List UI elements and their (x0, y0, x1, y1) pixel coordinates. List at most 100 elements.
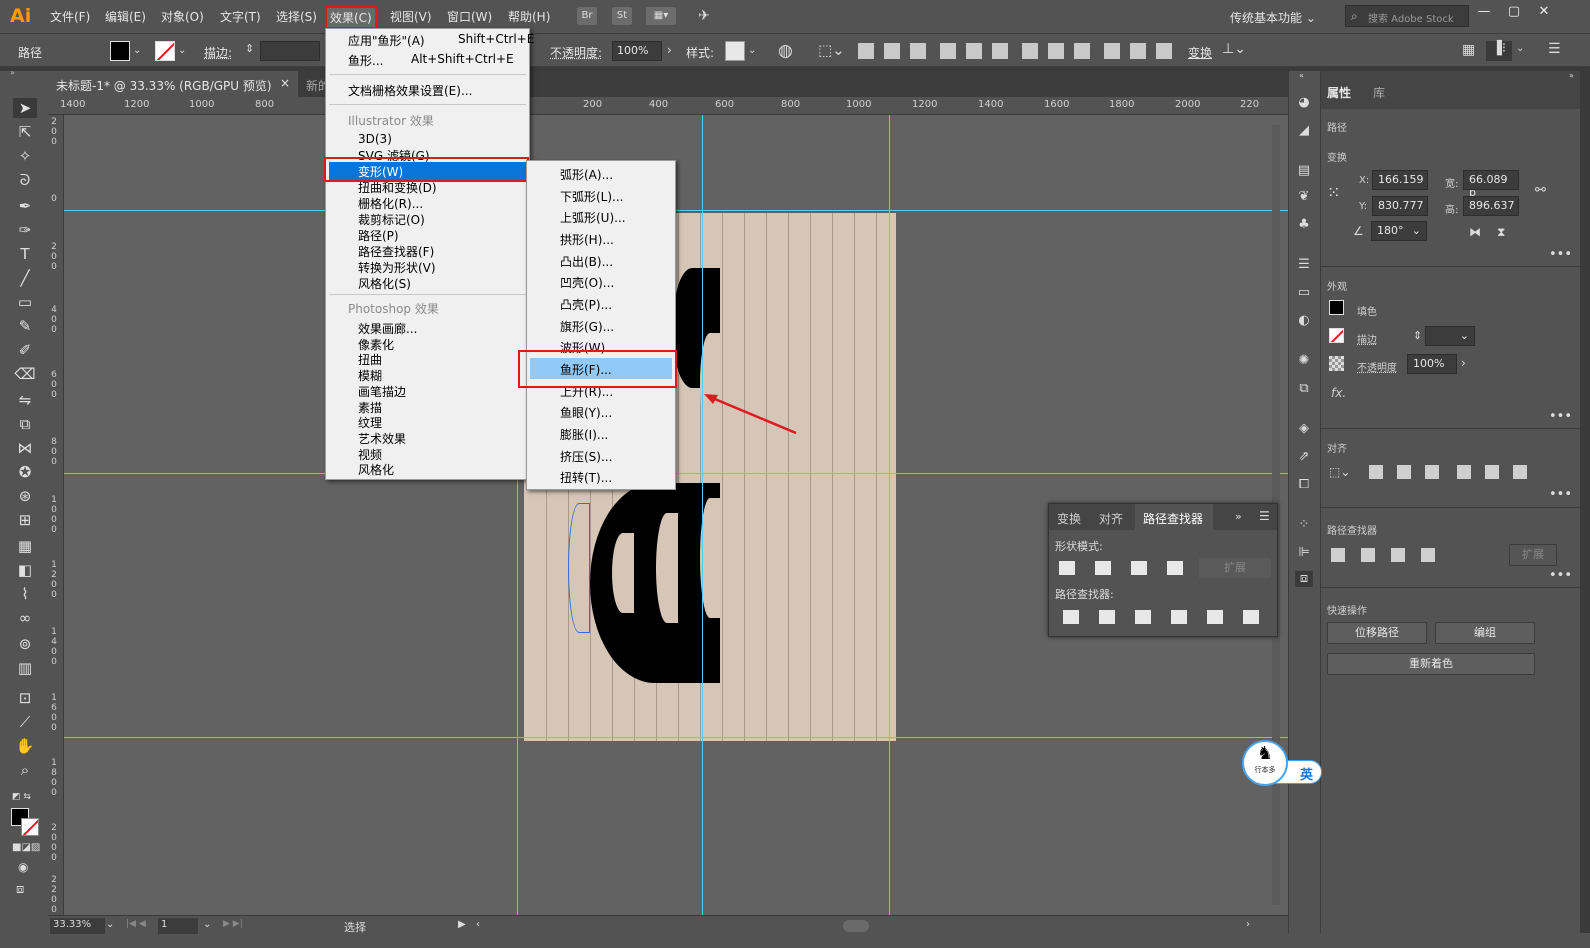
more-options-icon[interactable]: ••• (1549, 247, 1572, 262)
outline-icon[interactable] (1207, 610, 1223, 624)
align-bottom-icon[interactable] (1513, 465, 1527, 479)
puppet-warp-tool-icon[interactable]: ✪ (13, 462, 37, 482)
opacity-label[interactable]: 不透明度 (1357, 359, 1397, 374)
minus-front-icon[interactable] (1095, 561, 1111, 575)
stock-search-input[interactable]: 搜索 Adobe Stock (1345, 5, 1469, 27)
group-button[interactable]: 编组 (1435, 622, 1535, 644)
line-tool-icon[interactable]: ╱ (13, 268, 37, 288)
align-vcenter-icon[interactable] (966, 43, 982, 59)
pathfinder-icon[interactable]: ⧈ (1295, 571, 1313, 587)
color-guide-icon[interactable]: ◕ (1295, 95, 1313, 111)
menu-apply-last-effect[interactable]: 应用"鱼形"(A) Shift+Ctrl+E (348, 32, 534, 48)
divide-icon[interactable] (1063, 610, 1079, 624)
chevron-right-icon[interactable]: › (667, 43, 672, 57)
tab-pathfinder[interactable]: 路径查找器 (1143, 510, 1203, 527)
menu-warp-shell-lower[interactable]: 凹壳(O)... (560, 274, 614, 291)
align-hcenter-icon[interactable] (884, 43, 900, 59)
chevron-down-icon[interactable]: ⌄ (203, 919, 211, 930)
blend-tool-icon[interactable]: ∞ (13, 608, 37, 628)
graphic-styles-icon[interactable]: ⧉ (1295, 381, 1313, 397)
align-icon[interactable]: ⊫ (1295, 545, 1313, 561)
menu-distort[interactable]: 扭曲 (358, 351, 382, 367)
minus-back-icon[interactable] (1243, 610, 1259, 624)
chevron-down-icon[interactable]: ⌄ (106, 919, 114, 930)
menu-type[interactable]: 文字(T) (220, 8, 261, 25)
arrange-documents-icon[interactable]: ▦▾ (646, 7, 676, 25)
flip-vertical-icon[interactable]: ⧗ (1497, 225, 1505, 240)
align-top-icon[interactable] (940, 43, 956, 59)
recolor-icon[interactable]: ◍ (778, 41, 793, 61)
graph-tool-icon[interactable]: ▥ (13, 658, 37, 678)
menu-video[interactable]: 视频 (358, 446, 382, 462)
tab-transform[interactable]: 变换 (1057, 510, 1081, 527)
crop-icon[interactable] (1171, 610, 1187, 624)
artboards-icon[interactable]: ⧠ (1295, 477, 1313, 493)
stroke-label[interactable]: 描边 (1357, 331, 1377, 346)
distribute-left-icon[interactable] (1104, 43, 1120, 59)
intersect-icon[interactable] (1391, 548, 1405, 562)
menu-warp-arc[interactable]: 弧形(A)... (560, 166, 613, 183)
exclude-icon[interactable] (1167, 561, 1183, 575)
expand-button[interactable]: 扩展 (1509, 544, 1557, 566)
bridge-icon[interactable]: Br (577, 7, 597, 25)
menu-warp-arch[interactable]: 拱形(H)... (560, 231, 614, 248)
layers-icon[interactable]: ◈ (1295, 421, 1313, 437)
type-tool-icon[interactable]: T (13, 244, 37, 264)
menu-crop-marks[interactable]: 裁剪标记(O) (358, 211, 425, 227)
menu-warp-twist[interactable]: 扭转(T)... (560, 469, 612, 486)
draw-mode-icon[interactable]: ◉ (18, 860, 28, 874)
more-options-icon[interactable]: ••• (1549, 409, 1572, 424)
status-menu-icon[interactable]: ▶ (458, 919, 466, 930)
menu-stylize-ps[interactable]: 风格化 (358, 461, 394, 477)
minus-front-icon[interactable] (1361, 548, 1375, 562)
exclude-icon[interactable] (1421, 548, 1435, 562)
eraser-tool-icon[interactable]: ⌫ (13, 364, 37, 384)
first-page-icon[interactable]: |◀ ◀ (126, 919, 146, 929)
offset-path-button[interactable]: 位移路径 (1327, 622, 1427, 644)
selected-path[interactable] (568, 503, 590, 633)
tab-libraries[interactable]: 库 (1373, 84, 1385, 101)
height-field[interactable]: 896.637 (1463, 196, 1519, 216)
stock-icon[interactable]: St (612, 7, 632, 25)
screen-mode-icon[interactable]: ⧈ (16, 882, 24, 897)
slice-tool-icon[interactable]: ⟋ (13, 712, 37, 732)
menu-3d[interactable]: 3D(3) (358, 132, 392, 148)
tab-align[interactable]: 对齐 (1099, 510, 1123, 527)
maximize-icon[interactable]: ▢ (1500, 4, 1528, 24)
menu-help[interactable]: 帮助(H) (508, 8, 550, 25)
intersect-icon[interactable] (1131, 561, 1147, 575)
transform-link[interactable]: 变换 (1188, 44, 1212, 61)
gradient-icon[interactable]: ▭ (1295, 285, 1313, 301)
opacity-field[interactable]: 100% (612, 41, 662, 61)
close-icon[interactable]: ✕ (1530, 4, 1558, 24)
menu-artistic[interactable]: 艺术效果 (358, 430, 406, 446)
horizontal-scrollbar-thumb[interactable] (843, 920, 869, 932)
swatches-icon[interactable]: ▤ (1295, 163, 1313, 179)
expand-button[interactable]: 扩展 (1199, 558, 1271, 578)
isolate-icon[interactable]: ▦ (1462, 42, 1475, 58)
menu-pixelate[interactable]: 像素化 (358, 336, 394, 352)
default-colors-icon[interactable]: ◩ ⇆ (12, 792, 31, 802)
stroke-color-icon[interactable] (21, 818, 39, 836)
chevron-down-icon[interactable]: ⌄ (178, 45, 186, 56)
menu-stylize[interactable]: 风格化(S) (358, 275, 411, 291)
width-tool-icon[interactable]: ⋈ (13, 438, 37, 458)
menu-icon[interactable]: ☰ (1259, 509, 1270, 523)
stroke-swatch[interactable] (1329, 328, 1344, 343)
color-icon[interactable]: ◢ (1295, 123, 1313, 139)
distribute-top-icon[interactable] (1022, 43, 1038, 59)
menu-view[interactable]: 视图(V) (390, 8, 432, 25)
stroke-swatch[interactable] (155, 41, 175, 61)
magic-wand-tool-icon[interactable]: ✧ (13, 146, 37, 166)
distribute-hcenter-icon[interactable] (1130, 43, 1146, 59)
distribute-vcenter-icon[interactable] (1048, 43, 1064, 59)
trim-icon[interactable] (1099, 610, 1115, 624)
scale-tool-icon[interactable]: ⧉ (13, 414, 37, 434)
symbols-icon[interactable]: ♣ (1295, 217, 1313, 233)
menu-file[interactable]: 文件(F) (50, 8, 90, 25)
collapse-icon[interactable]: » (1235, 510, 1242, 523)
document-tab[interactable]: 未标题-1* @ 33.33% (RGB/GPU 预览) × (48, 71, 298, 97)
pen-tool-icon[interactable]: ✒ (13, 196, 37, 216)
stepper-icon[interactable]: ⇕ (245, 42, 254, 55)
menu-warp-fisheye[interactable]: 鱼眼(Y)... (560, 404, 612, 421)
